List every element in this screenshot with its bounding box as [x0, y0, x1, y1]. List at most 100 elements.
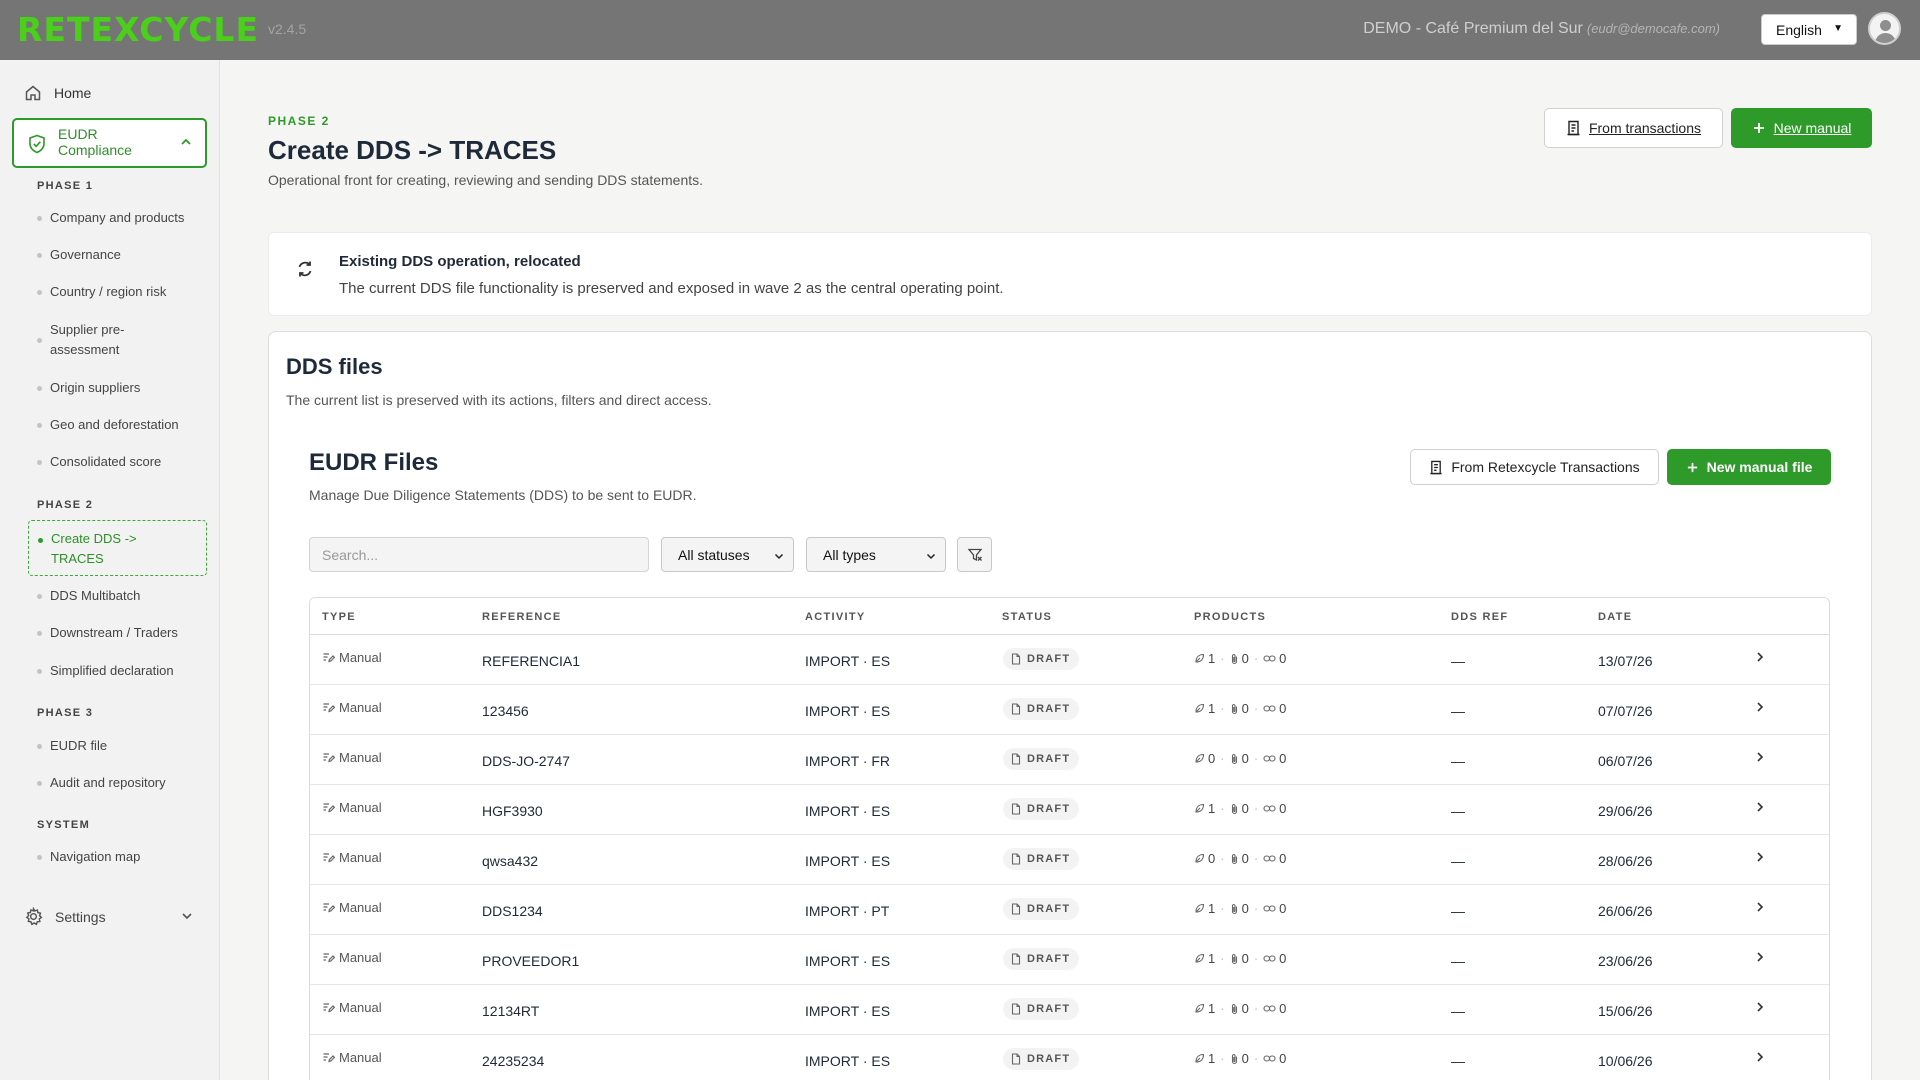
chevron-right-icon[interactable]: [1753, 850, 1767, 864]
sidebar-item-simplified-declaration[interactable]: Simplified declaration: [37, 661, 207, 681]
file-icon: [1011, 953, 1021, 965]
refresh-icon: [298, 261, 312, 277]
chevron-right-icon[interactable]: [1753, 700, 1767, 714]
table-row[interactable]: Manual HGF3930 IMPORT · ES DRAFT 1 · 0 · 0 — 29/06…: [310, 785, 1829, 835]
link-icon: [1263, 1005, 1276, 1012]
status-badge: DRAFT: [1003, 848, 1080, 870]
row-reference: qwsa432: [482, 853, 539, 869]
product-count: 0: [1208, 851, 1216, 866]
separator-dot: ·: [1253, 851, 1259, 866]
chevron-right-icon[interactable]: [1753, 900, 1767, 914]
app-logo[interactable]: RETEXCYCLE: [17, 11, 259, 49]
chevron-down-icon[interactable]: [180, 909, 194, 923]
row-dds-ref: —: [1451, 653, 1465, 669]
new-manual-button[interactable]: New manual: [1731, 108, 1872, 148]
chevron-right-icon[interactable]: [1753, 750, 1767, 764]
avatar-head: [1880, 20, 1891, 31]
column-header-status: STATUS: [1002, 611, 1053, 623]
chevron-right-icon[interactable]: [1753, 800, 1767, 814]
sidebar-item-eudr-file[interactable]: EUDR file: [37, 736, 207, 756]
sidebar-item-consolidated-score[interactable]: Consolidated score: [37, 452, 207, 472]
status-badge: DRAFT: [1003, 698, 1080, 720]
sidebar-item-settings[interactable]: Settings: [24, 907, 194, 926]
sidebar-item-dds-multibatch[interactable]: DDS Multibatch: [37, 586, 207, 606]
sidebar-item-geo-deforestation[interactable]: Geo and deforestation: [37, 415, 207, 435]
file-icon: [1011, 753, 1021, 765]
table-row[interactable]: Manual 12134RT IMPORT · ES DRAFT 1 · 0 · 0 — 15/06…: [310, 985, 1829, 1035]
page-title: Create DDS -> TRACES: [268, 135, 557, 165]
table-row[interactable]: Manual qwsa432 IMPORT · ES DRAFT 0 · 0 · 0 — 28/06…: [310, 835, 1829, 885]
from-retexcycle-transactions-button[interactable]: From Retexcycle Transactions: [1410, 449, 1659, 485]
sidebar-item-home[interactable]: Home: [24, 84, 91, 102]
sidebar-item-origin-suppliers[interactable]: Origin suppliers: [37, 378, 207, 398]
row-products: 1 · 0 · 0: [1194, 701, 1286, 716]
row-date: 06/07/26: [1598, 753, 1653, 769]
sidebar-item-governance[interactable]: Governance: [37, 245, 207, 265]
table-row[interactable]: Manual DDS-JO-2747 IMPORT · FR DRAFT 0 · 0 · 0 — 0…: [310, 735, 1829, 785]
from-transactions-button[interactable]: From transactions: [1544, 108, 1723, 148]
bullet-dot: [37, 594, 42, 599]
sidebar-item-navigation-map[interactable]: Navigation map: [37, 847, 207, 867]
chevron-right-icon[interactable]: [1753, 1000, 1767, 1014]
row-products: 1 · 0 · 0: [1194, 1001, 1286, 1016]
sidebar-item-downstream-traders[interactable]: Downstream / Traders: [37, 623, 207, 643]
row-reference: 123456: [482, 703, 529, 719]
table-row[interactable]: Manual PROVEEDOR1 IMPORT · ES DRAFT 1 · 0 · 0 — 23…: [310, 935, 1829, 985]
notice-text: The current DDS file functionality is pr…: [339, 280, 1004, 297]
plus-icon: [1753, 123, 1764, 133]
sidebar-item-label: Create DDS -> TRACES: [51, 531, 137, 566]
row-reference: REFERENCIA1: [482, 653, 581, 669]
new-manual-file-button[interactable]: New manual file: [1667, 449, 1831, 485]
sidebar-item-audit-repository[interactable]: Audit and repository: [37, 773, 207, 793]
sidebar-section-phase3: PHASE 3: [37, 707, 94, 719]
paperclip-icon: [1231, 803, 1237, 814]
status-filter-select[interactable]: All statuses: [661, 537, 794, 572]
sidebar-item-eudr-compliance[interactable]: EUDR Compliance: [12, 118, 207, 168]
row-products: 1 · 0 · 0: [1194, 801, 1286, 816]
edit-doc-icon: [323, 853, 335, 863]
table-row[interactable]: Manual DDS1234 IMPORT · PT DRAFT 1 · 0 · 0 — 26/06…: [310, 885, 1829, 935]
sidebar-item-label: Simplified declaration: [50, 663, 174, 678]
table-row[interactable]: Manual 24235234 IMPORT · ES DRAFT 1 · 0 · 0 — 10/0…: [310, 1035, 1829, 1080]
separator-dot: ·: [1253, 701, 1259, 716]
type-filter-select[interactable]: All types: [806, 537, 946, 572]
table-row[interactable]: Manual 123456 IMPORT · ES DRAFT 1 · 0 · 0 — 07/07/…: [310, 685, 1829, 735]
status-badge-label: DRAFT: [1027, 1053, 1071, 1065]
sidebar-item-supplier-preassessment[interactable]: Supplier pre-assessment: [37, 320, 157, 360]
leaf-icon: [1195, 753, 1205, 763]
column-header-activity: ACTIVITY: [805, 611, 866, 623]
file-icon: [1011, 903, 1021, 915]
chevron-right-icon[interactable]: [1753, 950, 1767, 964]
product-count: 1: [1208, 951, 1216, 966]
link-count: 0: [1279, 801, 1287, 816]
row-date: 10/06/26: [1598, 1053, 1653, 1069]
separator-dot: ·: [1220, 751, 1225, 766]
sidebar-item-label: Origin suppliers: [50, 380, 141, 395]
row-reference: 24235234: [482, 1053, 545, 1069]
search-input[interactable]: [309, 537, 649, 572]
link-count: 0: [1279, 651, 1287, 666]
sidebar-item-create-dds[interactable]: Create DDS -> TRACES: [28, 520, 207, 576]
sidebar-section-system: SYSTEM: [37, 819, 91, 831]
status-badge-label: DRAFT: [1027, 753, 1071, 765]
bullet-dot: [37, 423, 42, 428]
row-type-label: Manual: [339, 850, 382, 865]
paperclip-icon: [1231, 703, 1237, 714]
sidebar-item-company-products[interactable]: Company and products: [37, 208, 207, 228]
product-count: 1: [1208, 801, 1216, 816]
row-reference: PROVEEDOR1: [482, 953, 580, 969]
paperclip-icon: [1231, 753, 1237, 764]
sidebar-item-country-risk[interactable]: Country / region risk: [37, 282, 207, 302]
row-date: 26/06/26: [1598, 903, 1653, 919]
table-row[interactable]: Manual REFERENCIA1 IMPORT · ES DRAFT 1 · 0 · 0 — 1…: [310, 635, 1829, 685]
chevron-right-icon[interactable]: [1753, 1050, 1767, 1064]
paperclip-icon: [1231, 853, 1237, 864]
status-badge: DRAFT: [1003, 748, 1080, 770]
row-products: 1 · 0 · 0: [1194, 651, 1286, 666]
chevron-up-icon[interactable]: [179, 135, 193, 149]
user-avatar[interactable]: [1868, 12, 1901, 45]
row-date: 28/06/26: [1598, 853, 1653, 869]
clear-filters-button[interactable]: [957, 537, 992, 572]
chevron-right-icon[interactable]: [1753, 650, 1767, 664]
language-select[interactable]: English ▼: [1761, 14, 1857, 45]
